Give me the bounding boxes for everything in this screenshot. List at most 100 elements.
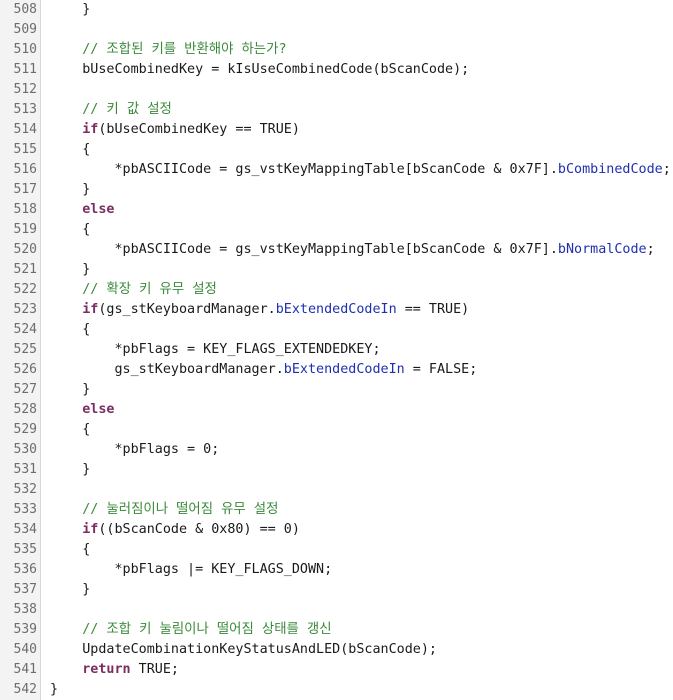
line-number: 526: [13, 362, 37, 377]
code-keyword: if: [82, 302, 99, 317]
code-line[interactable]: }: [50, 680, 673, 700]
code-comment: // 확장 키 유무 설정: [50, 282, 217, 297]
code-line[interactable]: gs_stKeyboardManager.bExtendedCodeIn = F…: [50, 360, 673, 380]
line-number: 519: [13, 222, 37, 237]
code-text: {: [50, 222, 91, 237]
code-field: bNormalCode: [557, 242, 647, 257]
code-line[interactable]: if(bUseCombinedKey == TRUE): [50, 120, 673, 140]
line-number: 537: [13, 582, 37, 597]
code-line[interactable]: {: [50, 420, 673, 440]
line-number: 508: [13, 2, 37, 17]
line-number: 541: [13, 662, 37, 677]
line-number: 520: [13, 242, 37, 257]
line-number: 523: [13, 302, 37, 317]
code-editor[interactable]: 508 509 510 511 512 513 514 515 516 517 518 519 520 5…: [0, 0, 673, 700]
code-text: {: [50, 142, 91, 157]
line-number: 534: [13, 522, 37, 537]
line-number: 511: [13, 62, 37, 77]
code-text: gs_stKeyboardManager.: [50, 362, 284, 377]
line-number: 510: [13, 42, 37, 57]
code-line[interactable]: {: [50, 140, 673, 160]
code-text: (gs_stKeyboardManager.: [98, 302, 276, 317]
line-number: 535: [13, 542, 37, 557]
line-number: 516: [13, 162, 37, 177]
code-line[interactable]: *pbASCIICode = gs_vstKeyMappingTable[bSc…: [50, 160, 673, 180]
code-line[interactable]: }: [50, 0, 673, 20]
line-number: 532: [13, 482, 37, 497]
code-line[interactable]: if((bScanCode & 0x80) == 0): [50, 520, 673, 540]
line-number: 524: [13, 322, 37, 337]
line-number: 514: [13, 122, 37, 137]
code-line[interactable]: [50, 80, 673, 100]
code-line[interactable]: [50, 20, 673, 40]
code-field: bExtendedCodeIn: [283, 362, 405, 377]
code-comment: // 키 값 설정: [50, 102, 172, 117]
line-number: 528: [13, 402, 37, 417]
code-keyword: return: [82, 662, 131, 677]
line-number: 517: [13, 182, 37, 197]
code-line[interactable]: [50, 600, 673, 620]
code-line[interactable]: {: [50, 220, 673, 240]
code-line[interactable]: {: [50, 320, 673, 340]
code-line[interactable]: else: [50, 400, 673, 420]
code-line[interactable]: *pbFlags = KEY_FLAGS_EXTENDEDKEY;: [50, 340, 673, 360]
code-line[interactable]: }: [50, 460, 673, 480]
line-number: 542: [13, 682, 37, 697]
code-text: ((bScanCode & 0x80) == 0): [98, 522, 300, 537]
code-line[interactable]: }: [50, 260, 673, 280]
code-line[interactable]: // 확장 키 유무 설정: [50, 280, 673, 300]
code-keyword: if: [82, 122, 99, 137]
line-number: 536: [13, 562, 37, 577]
line-number: 539: [13, 622, 37, 637]
code-comment: // 조합 키 눌림이나 떨어짐 상태를 갱신: [50, 622, 332, 637]
code-line[interactable]: if(gs_stKeyboardManager.bExtendedCodeIn …: [50, 300, 673, 320]
code-text: *pbFlags = KEY_FLAGS_EXTENDEDKEY;: [50, 342, 381, 357]
line-number: 531: [13, 462, 37, 477]
code-text: *pbFlags |= KEY_FLAGS_DOWN;: [50, 562, 333, 577]
code-line[interactable]: {: [50, 540, 673, 560]
line-number: 522: [13, 282, 37, 297]
code-text: *pbASCIICode = gs_vstKeyMappingTable[bSc…: [50, 162, 558, 177]
code-text: *pbASCIICode = gs_vstKeyMappingTable[bSc…: [50, 242, 558, 257]
code-area[interactable]: } // 조합된 키를 반환해야 하는가? bUseCombinedKey = …: [41, 0, 673, 700]
code-text: = FALSE;: [404, 362, 478, 377]
line-number: 530: [13, 442, 37, 457]
line-number-gutter: 508 509 510 511 512 513 514 515 516 517 518 519 520 5…: [0, 0, 41, 700]
code-line[interactable]: }: [50, 580, 673, 600]
code-text: {: [50, 542, 91, 557]
code-line[interactable]: bUseCombinedKey = kIsUseCombinedCode(bSc…: [50, 60, 673, 80]
code-comment: // 눌러짐이나 떨어짐 유무 설정: [50, 502, 279, 517]
code-text: bUseCombinedKey = kIsUseCombinedCode(bSc…: [50, 62, 470, 77]
code-line[interactable]: [50, 480, 673, 500]
code-line[interactable]: UpdateCombinationKeyStatusAndLED(bScanCo…: [50, 640, 673, 660]
code-line[interactable]: // 조합된 키를 반환해야 하는가?: [50, 40, 673, 60]
code-text: {: [50, 322, 91, 337]
code-line[interactable]: // 조합 키 눌림이나 떨어짐 상태를 갱신: [50, 620, 673, 640]
code-text: (bUseCombinedKey == TRUE): [98, 122, 300, 137]
code-line[interactable]: return TRUE;: [50, 660, 673, 680]
code-text: }: [50, 382, 91, 397]
code-line[interactable]: // 키 값 설정: [50, 100, 673, 120]
code-text: ;: [662, 162, 671, 177]
line-number: 515: [13, 142, 37, 157]
code-line[interactable]: *pbFlags = 0;: [50, 440, 673, 460]
code-line[interactable]: }: [50, 180, 673, 200]
code-text: UpdateCombinationKeyStatusAndLED(bScanCo…: [50, 642, 437, 657]
code-line[interactable]: }: [50, 380, 673, 400]
code-line[interactable]: *pbASCIICode = gs_vstKeyMappingTable[bSc…: [50, 240, 673, 260]
code-comment: // 조합된 키를 반환해야 하는가?: [50, 42, 287, 57]
code-text: }: [50, 462, 91, 477]
line-number: 540: [13, 642, 37, 657]
line-number: 527: [13, 382, 37, 397]
code-line[interactable]: *pbFlags |= KEY_FLAGS_DOWN;: [50, 560, 673, 580]
code-line[interactable]: else: [50, 200, 673, 220]
code-text: }: [50, 682, 59, 697]
code-text: TRUE;: [130, 662, 179, 677]
code-line[interactable]: // 눌러짐이나 떨어짐 유무 설정: [50, 500, 673, 520]
